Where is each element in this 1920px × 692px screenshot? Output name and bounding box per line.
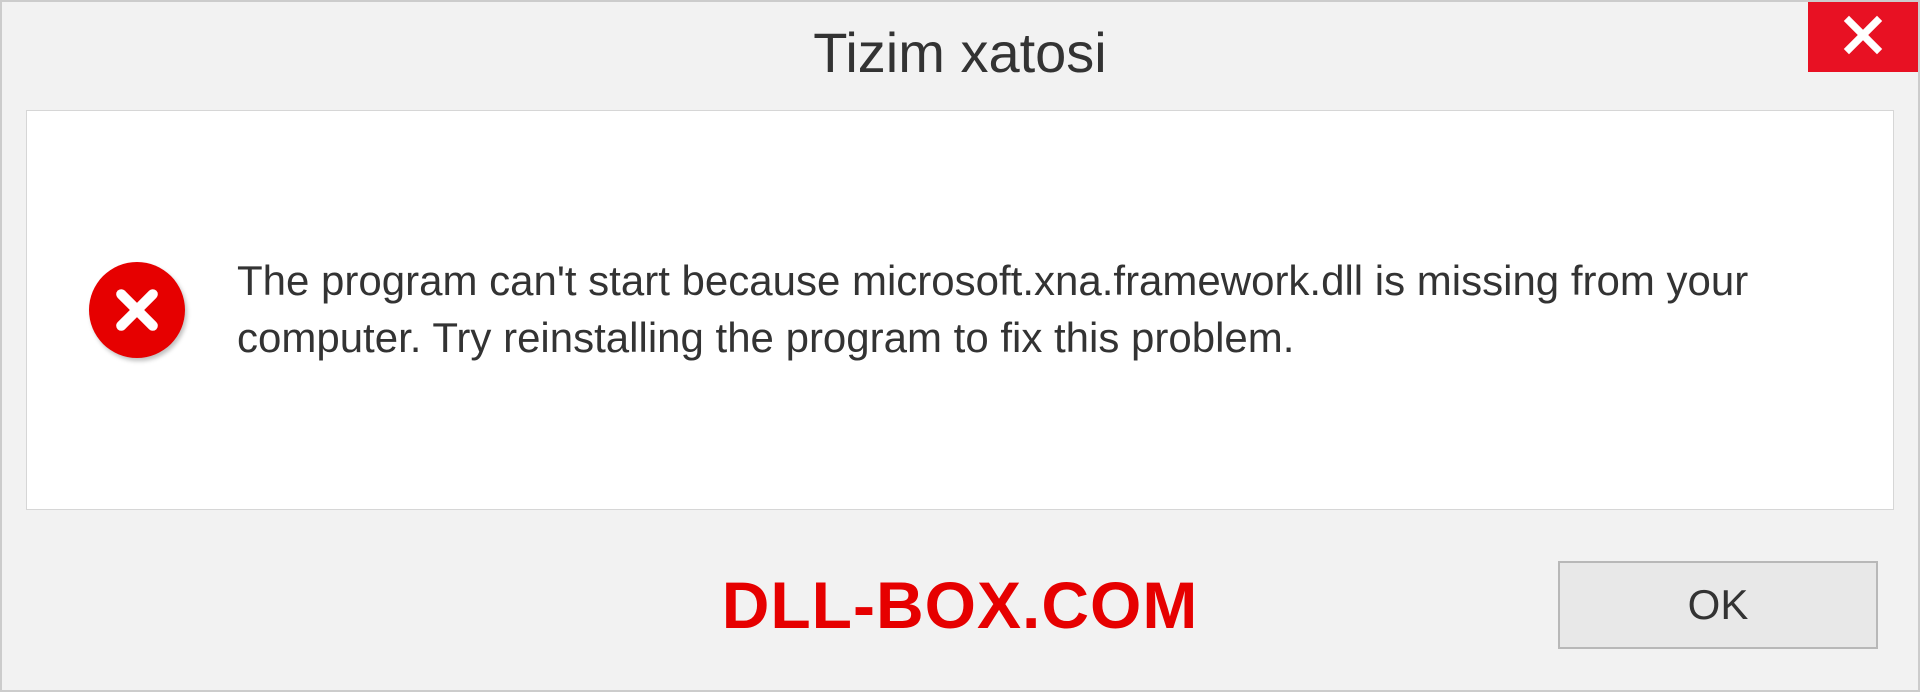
titlebar: Tizim xatosi [2,2,1918,102]
ok-button-label: OK [1688,581,1749,629]
ok-button[interactable]: OK [1558,561,1878,649]
watermark-text: DLL-BOX.COM [722,567,1199,643]
dialog-footer: DLL-BOX.COM OK [2,520,1918,690]
content-panel: The program can't start because microsof… [26,110,1894,510]
close-icon [1842,14,1884,61]
error-message: The program can't start because microsof… [237,253,1833,366]
error-icon [87,260,187,360]
error-dialog: Tizim xatosi The program can't start bec… [0,0,1920,692]
close-button[interactable] [1808,2,1918,72]
dialog-title: Tizim xatosi [813,20,1107,85]
